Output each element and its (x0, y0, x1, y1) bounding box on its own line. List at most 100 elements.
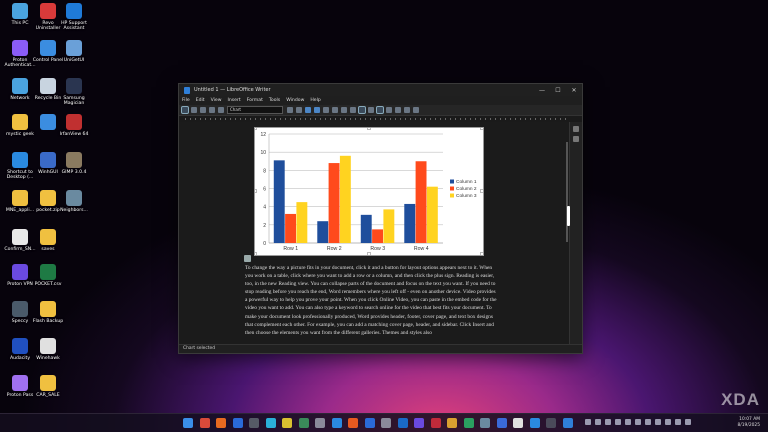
desktop-icon[interactable]: saves (31, 229, 65, 252)
maximize-button[interactable]: ☐ (550, 87, 566, 94)
data-ranges-icon[interactable] (314, 107, 320, 113)
menu-bar: File Edit View Insert Format Tools Windo… (179, 96, 582, 105)
app-icon[interactable] (430, 418, 441, 428)
app-icon[interactable] (397, 418, 408, 428)
vertical-scrollbar[interactable] (566, 142, 568, 242)
gimp-icon (66, 152, 82, 168)
desktop-icon[interactable]: Neighbors... (57, 190, 91, 213)
app-icon[interactable] (331, 418, 342, 428)
app-icon[interactable] (463, 418, 474, 428)
bar (285, 213, 297, 243)
menu-window[interactable]: Window (286, 98, 304, 103)
outlook-icon[interactable] (232, 418, 243, 428)
desktop-icon[interactable]: Winehawk (31, 338, 65, 361)
format-selection-icon[interactable] (287, 107, 293, 113)
desktop-icon[interactable]: HP Support Assistant (57, 3, 91, 32)
menu-file[interactable]: File (182, 98, 190, 103)
undo-icon[interactable] (209, 107, 215, 113)
app-icon[interactable] (199, 418, 210, 428)
automatic-layout-icon[interactable] (395, 107, 401, 113)
y-tick-label: 0 (263, 241, 266, 247)
chart-element-selector[interactable]: Chart (227, 106, 283, 114)
app-icon[interactable] (447, 418, 457, 428)
chart-type-icon[interactable] (296, 107, 302, 113)
app-icon[interactable] (414, 418, 424, 428)
menu-tools[interactable]: Tools (269, 98, 280, 103)
horizontal-grids-icon[interactable] (358, 106, 366, 114)
tray-app-icon[interactable] (615, 419, 621, 425)
document-area[interactable]: 0 2 4 6 8 10 12 Row 1 Row 2 Row 3 Row 4 Column 1 Col… (179, 122, 582, 345)
side-panel-handle[interactable] (567, 206, 570, 226)
app-icon[interactable] (364, 418, 375, 428)
vertical-grids-icon[interactable] (368, 107, 374, 113)
desktop-icon[interactable]: CAR_SALE (31, 375, 65, 398)
bar (296, 202, 308, 243)
titles-icon[interactable] (323, 107, 329, 113)
axes-icon[interactable] (341, 107, 347, 113)
app-icon[interactable] (249, 418, 259, 428)
redo-icon[interactable] (218, 107, 224, 113)
tray-app-icon[interactable] (595, 419, 601, 425)
save-icon[interactable] (200, 107, 206, 113)
window-title: Untitled 1 — LibreOffice Writer (194, 87, 271, 93)
legend-on-off-icon[interactable] (376, 106, 384, 114)
chevron-up-icon[interactable] (585, 419, 591, 425)
writer-window: Untitled 1 — LibreOffice Writer — ☐ ✕ Fi… (178, 83, 583, 354)
chrome-icon[interactable] (282, 418, 292, 428)
battery-icon[interactable] (685, 419, 691, 425)
firefox-icon[interactable] (216, 418, 226, 428)
tray-app-icon[interactable] (625, 419, 631, 425)
desktop-icon[interactable]: GIMP 3.0.4 (57, 152, 91, 175)
select-chart-element-icon[interactable] (181, 106, 189, 114)
bar-chart[interactable]: 024681012Row 1 Row 2 Row 3 Row 4Column 1Col… (253, 126, 484, 256)
app-icon[interactable] (546, 418, 556, 428)
menu-insert[interactable]: Insert (228, 98, 241, 103)
title-bar[interactable]: Untitled 1 — LibreOffice Writer — ☐ ✕ (179, 84, 582, 96)
app-icon[interactable] (348, 418, 358, 428)
scale-text-icon[interactable] (386, 107, 392, 113)
legend-icon[interactable] (332, 107, 338, 113)
app-icon[interactable] (315, 418, 325, 428)
insert-trend-line-icon[interactable] (404, 107, 410, 113)
app-icon[interactable] (496, 418, 507, 428)
close-button[interactable]: ✕ (566, 87, 582, 94)
clock[interactable]: 10:07 AM 8/19/2025 (737, 417, 760, 428)
app-icon[interactable] (529, 418, 540, 428)
menu-help[interactable]: Help (310, 98, 320, 103)
tray-app-icon[interactable] (635, 419, 641, 425)
sidebar-menu-icon[interactable] (573, 126, 579, 132)
insert-error-bars-icon[interactable] (413, 107, 419, 113)
desktop-icon[interactable]: UniGetUI (57, 40, 91, 63)
desktop-icon[interactable]: IrfanView 64 (57, 114, 91, 137)
tray-app-icon[interactable] (645, 419, 651, 425)
bar (404, 203, 416, 243)
document-paragraph[interactable]: To change the way a picture fits in your… (245, 264, 497, 337)
anchor-icon[interactable] (244, 255, 251, 262)
minimize-button[interactable]: — (534, 87, 550, 94)
tray-app-icon[interactable] (605, 419, 611, 425)
wifi-icon[interactable] (665, 419, 671, 425)
clock-date: 8/19/2025 (737, 422, 760, 428)
chart-frame[interactable]: 0 2 4 6 8 10 12 Row 1 Row 2 Row 3 Row 4 Column 1 Col… (253, 126, 484, 256)
properties-icon[interactable] (573, 136, 579, 142)
network-icon (12, 78, 28, 94)
app-icon[interactable] (298, 418, 309, 428)
desktop-icon[interactable]: Flash Backup (31, 301, 65, 324)
clock-time: 10:07 AM (739, 417, 760, 422)
app-icon[interactable] (480, 418, 490, 428)
edge-icon[interactable] (265, 418, 276, 428)
settings-icon[interactable] (381, 418, 391, 428)
menu-view[interactable]: View (211, 98, 222, 103)
app-icon[interactable] (513, 418, 523, 428)
start-icon[interactable] (183, 418, 193, 428)
desktop-icon[interactable]: Samsung Magician (57, 78, 91, 107)
desktop-icon[interactable]: POCKET.csv (31, 264, 65, 287)
new-document-icon[interactable] (191, 107, 197, 113)
volume-icon[interactable] (675, 419, 681, 425)
menu-format[interactable]: Format (247, 98, 263, 103)
data-table-icon[interactable] (305, 107, 311, 113)
writer-icon[interactable] (562, 418, 573, 428)
menu-edit[interactable]: Edit (196, 98, 205, 103)
grid-icon[interactable] (350, 107, 356, 113)
tray-app-icon[interactable] (655, 419, 661, 425)
